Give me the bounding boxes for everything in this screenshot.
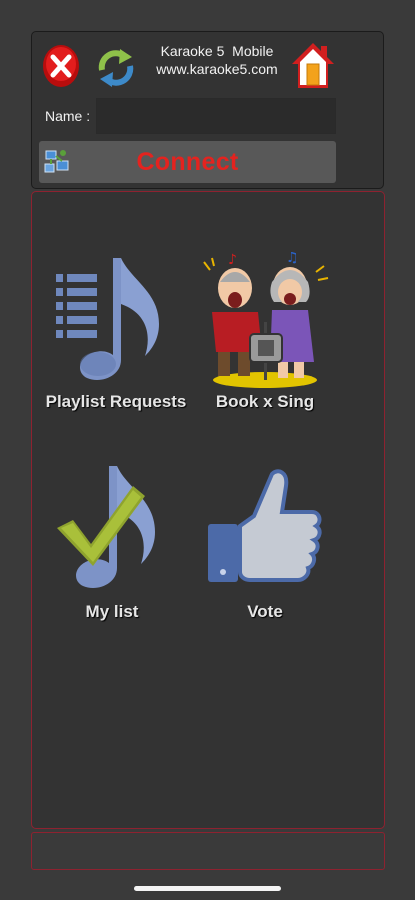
connect-button[interactable]: Connect [39,141,336,183]
playlist-music-icon [56,258,159,380]
footer-panel [31,832,385,870]
connect-label: Connect [136,147,239,176]
tile-label: Vote [247,602,283,621]
tile-label: Book x Sing [215,392,315,411]
home-button[interactable] [290,40,336,92]
home-indicator[interactable] [134,886,281,891]
tile-my-list[interactable]: My list [37,462,187,622]
singing-couple-icon: ♪ ♫ [203,250,329,388]
tile-label: My list [85,602,139,621]
close-button[interactable] [41,43,81,89]
name-label: Name : [45,108,91,124]
thumbs-up-icon [208,469,322,582]
tile-label: Playlist Requests [45,392,187,411]
music-check-icon [57,466,155,588]
close-icon [43,45,79,87]
svg-text:♪: ♪ [228,252,237,268]
svg-text:♫: ♫ [286,252,299,266]
main-menu-panel: Playlist Requests ♪ ♫ Book x Sing My lis… [31,191,385,829]
app-website: www.karaoke5.com [156,61,278,77]
app-title: Karaoke 5 Mobile [160,43,274,59]
app-title-block: Karaoke 5 Mobile www.karaoke5.com [142,42,292,78]
header-panel: Karaoke 5 Mobile www.karaoke5.com Name :… [31,31,384,189]
network-icon [44,150,69,173]
tile-vote[interactable]: Vote [190,462,340,622]
tile-book-x-sing[interactable]: ♪ ♫ Book x Sing [190,250,340,412]
name-input[interactable] [96,98,336,134]
refresh-icon [98,49,134,87]
refresh-button[interactable] [94,46,138,90]
tile-playlist-requests[interactable]: Playlist Requests [41,252,191,412]
home-icon [292,43,334,88]
